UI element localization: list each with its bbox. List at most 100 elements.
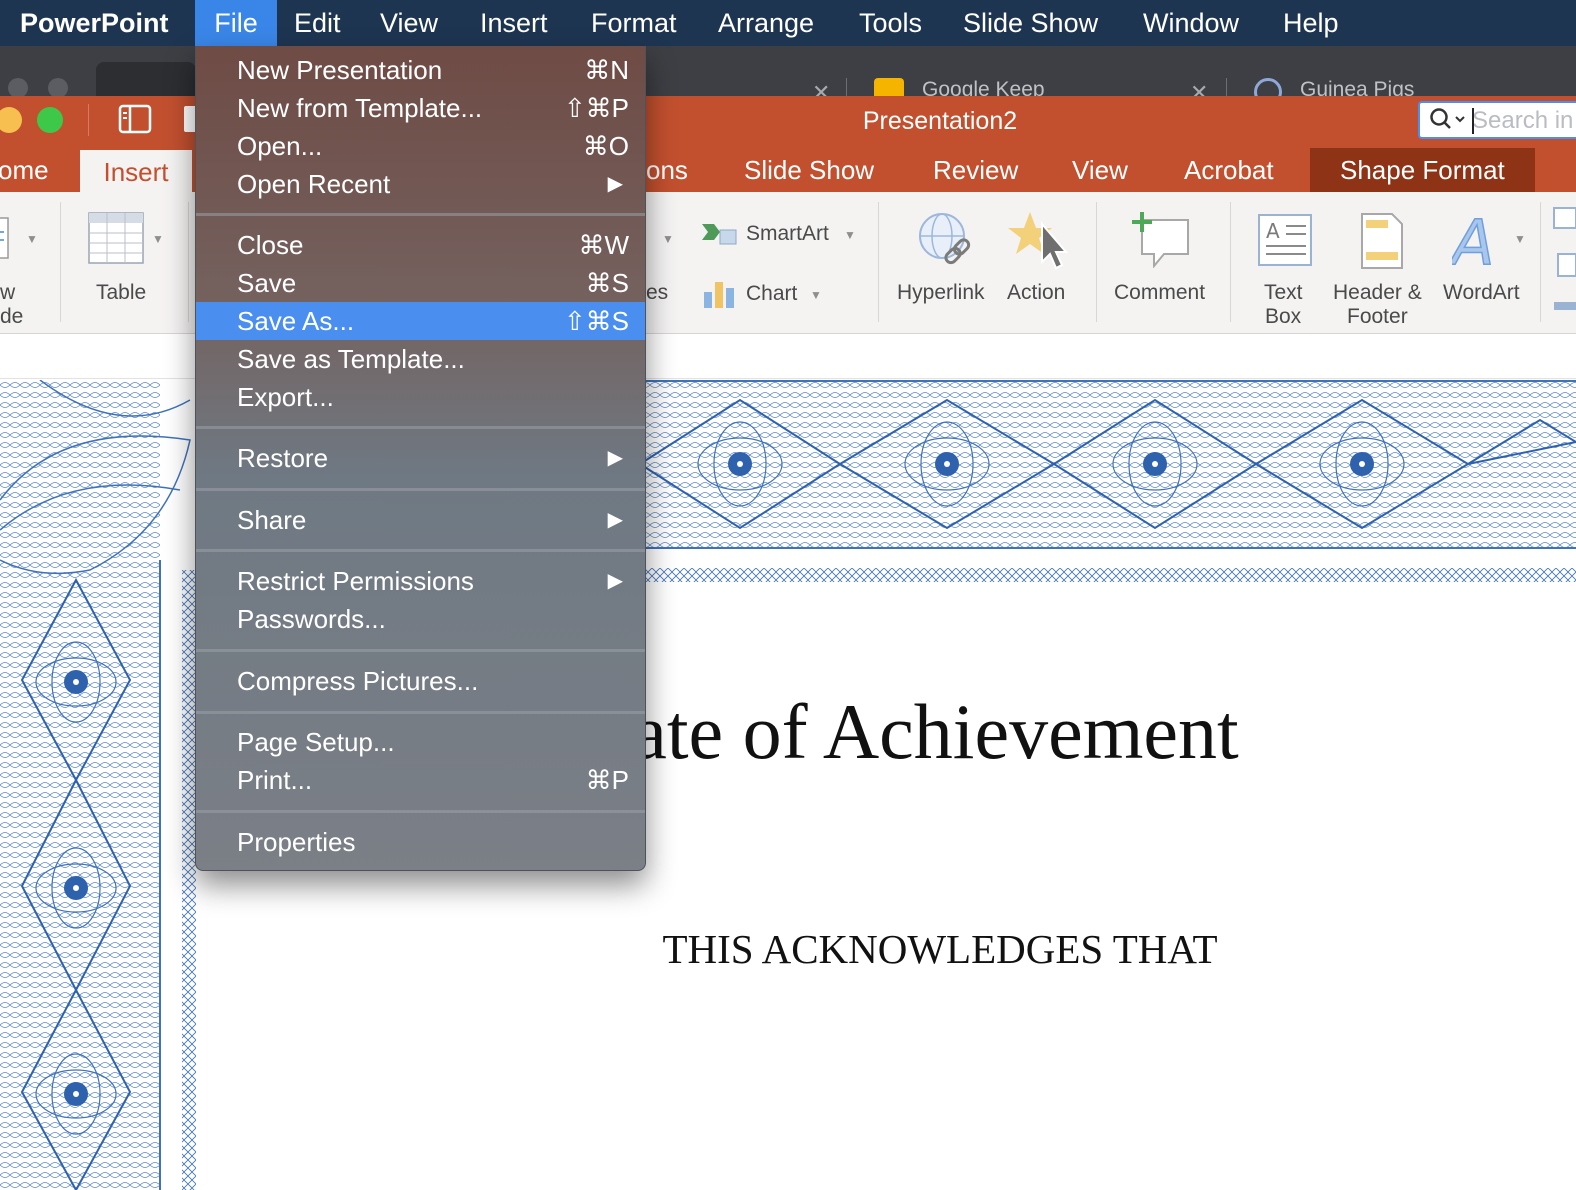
menu-separator — [196, 810, 645, 813]
smartart-label[interactable]: SmartArt — [746, 222, 829, 246]
table-dropdown-icon[interactable]: ▼ — [152, 232, 164, 246]
menu-item-save[interactable]: Save ⌘S — [196, 264, 645, 302]
menu-item-label: Passwords... — [237, 604, 386, 634]
table-icon[interactable] — [88, 212, 144, 269]
browser-window-button[interactable] — [48, 78, 68, 98]
menu-separator — [196, 426, 645, 429]
menu-item-label: Restrict Permissions — [237, 566, 474, 596]
menu-item-label: Open... — [237, 131, 323, 161]
tab-shape-format[interactable]: Shape Format — [1310, 148, 1535, 192]
text-box-label[interactable]: Box — [1265, 305, 1301, 329]
menu-help[interactable]: Help — [1283, 0, 1339, 46]
menu-item-share[interactable]: Share ▶ — [196, 501, 645, 539]
search-field[interactable] — [1418, 101, 1576, 139]
menu-view[interactable]: View — [380, 0, 438, 46]
ribbon-divider — [188, 202, 189, 322]
menu-item-label: Close — [237, 230, 304, 260]
wordart-dropdown-icon[interactable]: ▼ — [1514, 232, 1526, 246]
menu-item-shortcut: ⇧⌘P — [563, 93, 629, 123]
menu-item-label: Properties — [237, 827, 356, 857]
action-label[interactable]: Action — [1007, 281, 1065, 305]
menu-item-page-setup[interactable]: Page Setup... — [196, 723, 645, 761]
chart-dropdown-icon[interactable]: ▼ — [810, 288, 822, 302]
menu-item-label: Restore — [237, 443, 329, 473]
menu-tools[interactable]: Tools — [859, 0, 922, 46]
menu-item-open-recent[interactable]: Open Recent ▶ — [196, 165, 645, 203]
search-icon[interactable] — [1428, 107, 1468, 138]
menu-item-save-as[interactable]: Save As... ⇧⌘S — [196, 302, 645, 340]
menu-item-shortcut: ⌘S — [585, 268, 629, 298]
chart-label[interactable]: Chart — [746, 282, 797, 306]
window-title: Presentation2 — [862, 107, 1018, 135]
menu-item-new-from-template[interactable]: New from Template... ⇧⌘P — [196, 89, 645, 127]
menu-insert[interactable]: Insert — [480, 0, 548, 46]
tab-acrobat[interactable]: Acrobat — [1184, 148, 1274, 192]
menu-item-label: Open Recent — [237, 169, 391, 199]
shapes-label[interactable]: es — [646, 281, 668, 305]
tab-home[interactable]: ome — [0, 148, 49, 192]
ribbon-divider — [1230, 202, 1231, 322]
comment-label[interactable]: Comment — [1114, 281, 1205, 305]
tab-insert[interactable]: Insert — [80, 150, 192, 192]
menu-app-powerpoint[interactable]: PowerPoint — [20, 0, 169, 46]
tab-view[interactable]: View — [1072, 148, 1128, 192]
sidebar-toggle-icon[interactable] — [118, 104, 154, 141]
menu-item-passwords[interactable]: Passwords... — [196, 600, 645, 638]
table-label[interactable]: Table — [96, 281, 146, 305]
menu-format[interactable]: Format — [591, 0, 677, 46]
search-input[interactable] — [1472, 106, 1576, 136]
menu-item-label: Save as Template... — [237, 344, 465, 374]
tab-slide-show[interactable]: Slide Show — [744, 148, 874, 192]
smartart-dropdown-icon[interactable]: ▼ — [844, 228, 856, 242]
action-icon[interactable] — [1008, 210, 1072, 277]
shapes-dropdown-icon[interactable]: ▼ — [662, 232, 674, 246]
header-footer-icon[interactable] — [1360, 212, 1404, 275]
tab-review[interactable]: Review — [933, 148, 1018, 192]
hyperlink-icon[interactable] — [916, 210, 978, 277]
new-slide-dropdown-icon[interactable]: ▼ — [26, 232, 38, 246]
menu-item-export[interactable]: Export... — [196, 378, 645, 416]
menu-item-new-presentation[interactable]: New Presentation ⌘N — [196, 51, 645, 89]
menu-slide-show[interactable]: Slide Show — [963, 0, 1098, 46]
hyperlink-label[interactable]: Hyperlink — [897, 281, 985, 305]
zoom-window-button[interactable] — [37, 107, 63, 133]
menu-separator — [196, 488, 645, 491]
certificate-subtitle[interactable]: THIS ACKNOWLEDGES THAT — [450, 925, 1430, 973]
menu-window[interactable]: Window — [1143, 0, 1239, 46]
menu-item-open[interactable]: Open... ⌘O — [196, 127, 645, 165]
menu-item-compress-pictures[interactable]: Compress Pictures... — [196, 662, 645, 700]
menu-item-shortcut: ⇧⌘S — [563, 306, 629, 336]
menu-item-close[interactable]: Close ⌘W — [196, 226, 645, 264]
header-footer-label[interactable]: Footer — [1347, 305, 1408, 329]
menu-item-print[interactable]: Print... ⌘P — [196, 761, 645, 799]
wordart-label[interactable]: WordArt — [1443, 281, 1520, 305]
menu-item-label: Compress Pictures... — [237, 666, 479, 696]
menu-item-restrict-permissions[interactable]: Restrict Permissions ▶ — [196, 562, 645, 600]
menu-edit[interactable]: Edit — [294, 0, 341, 46]
text-box-icon[interactable]: A — [1256, 212, 1314, 273]
wordart-icon[interactable]: A — [1447, 205, 1504, 280]
new-slide-label: de — [0, 305, 24, 328]
menu-item-properties[interactable]: Properties — [196, 823, 645, 861]
submenu-arrow-icon: ▶ — [607, 509, 623, 531]
menu-arrange[interactable]: Arrange — [718, 0, 814, 46]
browser-tab-active[interactable] — [96, 62, 196, 96]
file-menu: New Presentation ⌘N New from Template...… — [195, 46, 646, 871]
text-box-label[interactable]: Text — [1264, 281, 1303, 305]
browser-window-button[interactable] — [8, 78, 28, 98]
menu-file[interactable]: File — [195, 0, 277, 46]
submenu-arrow-icon: ▶ — [607, 447, 623, 469]
tab-animations[interactable]: ons — [646, 148, 688, 192]
chart-icon[interactable] — [702, 278, 736, 313]
menu-item-label: Page Setup... — [237, 727, 395, 757]
menu-item-restore[interactable]: Restore ▶ — [196, 439, 645, 477]
ribbon-divider — [1096, 202, 1097, 322]
symbol-icon[interactable] — [1552, 206, 1576, 331]
menu-item-label: New Presentation — [237, 55, 443, 85]
header-footer-label[interactable]: Header & — [1333, 281, 1422, 305]
new-slide-icon[interactable] — [0, 216, 14, 267]
certificate-title[interactable]: ficate of Achievement — [550, 687, 1510, 777]
add-comment-icon[interactable] — [1130, 212, 1192, 273]
menu-item-save-as-template[interactable]: Save as Template... — [196, 340, 645, 378]
smartart-icon[interactable] — [700, 218, 738, 251]
